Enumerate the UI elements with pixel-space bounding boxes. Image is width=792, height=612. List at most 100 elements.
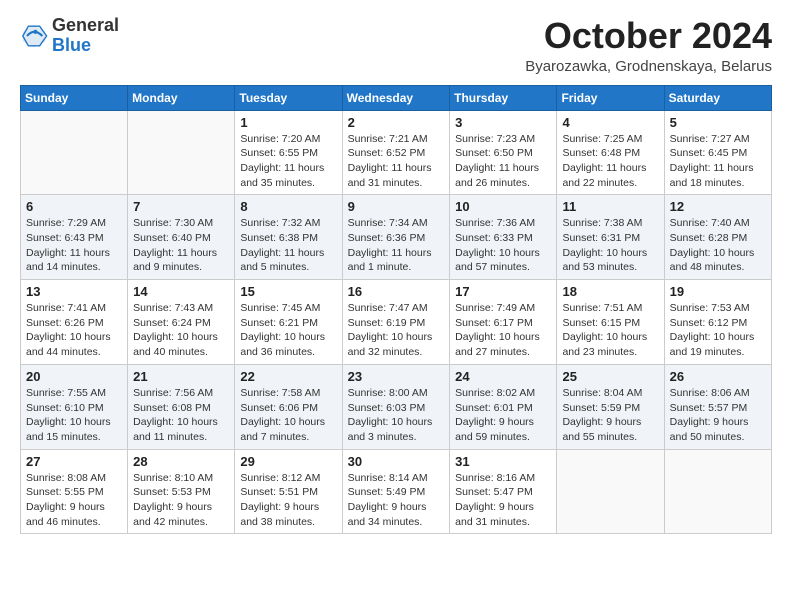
calendar-cell: 29 Sunrise: 8:12 AM Sunset: 5:51 PM Dayli… (235, 449, 342, 534)
day-info: Sunrise: 7:32 AM Sunset: 6:38 PM Dayligh… (240, 216, 336, 275)
day-number: 14 (133, 284, 229, 299)
logo-text: General Blue (52, 16, 119, 56)
day-number: 13 (26, 284, 122, 299)
day-number: 29 (240, 454, 336, 469)
day-info: Sunrise: 8:06 AM Sunset: 5:57 PM Dayligh… (670, 386, 766, 445)
calendar-cell: 3Sunrise: 7:23 AM Sunset: 6:50 PM Daylig… (450, 110, 557, 195)
calendar-cell: 6 Sunrise: 7:29 AM Sunset: 6:43 PM Daylig… (21, 195, 128, 280)
day-number: 31 (455, 454, 551, 469)
calendar-cell: 4 Sunrise: 7:25 AM Sunset: 6:48 PM Daylig… (557, 110, 664, 195)
day-info: Sunrise: 8:10 AM Sunset: 5:53 PM Dayligh… (133, 471, 229, 530)
day-info: Sunrise: 7:30 AM Sunset: 6:40 PM Dayligh… (133, 216, 229, 275)
day-number: 15 (240, 284, 336, 299)
month-title: October 2024 (525, 16, 772, 56)
col-friday: Friday (557, 85, 664, 110)
day-number: 27 (26, 454, 122, 469)
calendar-cell: 7 Sunrise: 7:30 AM Sunset: 6:40 PM Daylig… (128, 195, 235, 280)
day-number: 5 (670, 115, 766, 130)
day-info: Sunrise: 7:38 AM Sunset: 6:31 PM Dayligh… (562, 216, 658, 275)
calendar-cell: 28 Sunrise: 8:10 AM Sunset: 5:53 PM Dayli… (128, 449, 235, 534)
day-info: Sunrise: 8:14 AM Sunset: 5:49 PM Dayligh… (348, 471, 445, 530)
day-number: 23 (348, 369, 445, 384)
calendar-cell: 8Sunrise: 7:32 AM Sunset: 6:38 PM Daylig… (235, 195, 342, 280)
calendar-cell: 13 Sunrise: 7:41 AM Sunset: 6:26 PM Dayli… (21, 280, 128, 365)
day-info: Sunrise: 8:08 AM Sunset: 5:55 PM Dayligh… (26, 471, 122, 530)
day-info: Sunrise: 7:58 AM Sunset: 6:06 PM Dayligh… (240, 386, 336, 445)
day-info: Sunrise: 7:49 AM Sunset: 6:17 PM Dayligh… (455, 301, 551, 360)
calendar-cell (557, 449, 664, 534)
day-info: Sunrise: 7:25 AM Sunset: 6:48 PM Dayligh… (562, 132, 658, 191)
day-number: 2 (348, 115, 445, 130)
day-info: Sunrise: 7:53 AM Sunset: 6:12 PM Dayligh… (670, 301, 766, 360)
day-info: Sunrise: 7:29 AM Sunset: 6:43 PM Dayligh… (26, 216, 122, 275)
day-number: 3 (455, 115, 551, 130)
calendar-cell: 30 Sunrise: 8:14 AM Sunset: 5:49 PM Dayli… (342, 449, 450, 534)
day-number: 4 (562, 115, 658, 130)
logo-icon (20, 22, 48, 50)
calendar-week-3: 13 Sunrise: 7:41 AM Sunset: 6:26 PM Dayli… (21, 280, 772, 365)
day-number: 11 (562, 199, 658, 214)
col-thursday: Thursday (450, 85, 557, 110)
day-number: 22 (240, 369, 336, 384)
calendar-header-row: Sunday Monday Tuesday Wednesday Thursday… (21, 85, 772, 110)
col-tuesday: Tuesday (235, 85, 342, 110)
day-info: Sunrise: 7:36 AM Sunset: 6:33 PM Dayligh… (455, 216, 551, 275)
calendar-cell: 16 Sunrise: 7:47 AM Sunset: 6:19 PM Dayli… (342, 280, 450, 365)
header: General Blue October 2024 Byarozawka, Gr… (20, 16, 772, 75)
col-wednesday: Wednesday (342, 85, 450, 110)
calendar-cell: 26 Sunrise: 8:06 AM Sunset: 5:57 PM Dayli… (664, 364, 771, 449)
calendar-cell: 9Sunrise: 7:34 AM Sunset: 6:36 PM Daylig… (342, 195, 450, 280)
day-number: 18 (562, 284, 658, 299)
day-number: 26 (670, 369, 766, 384)
calendar-week-5: 27 Sunrise: 8:08 AM Sunset: 5:55 PM Dayli… (21, 449, 772, 534)
calendar-cell: 5Sunrise: 7:27 AM Sunset: 6:45 PM Daylig… (664, 110, 771, 195)
day-number: 21 (133, 369, 229, 384)
day-number: 12 (670, 199, 766, 214)
day-info: Sunrise: 7:47 AM Sunset: 6:19 PM Dayligh… (348, 301, 445, 360)
day-number: 24 (455, 369, 551, 384)
day-number: 28 (133, 454, 229, 469)
calendar-cell: 20 Sunrise: 7:55 AM Sunset: 6:10 PM Dayli… (21, 364, 128, 449)
day-info: Sunrise: 7:20 AM Sunset: 6:55 PM Dayligh… (240, 132, 336, 191)
day-number: 16 (348, 284, 445, 299)
day-info: Sunrise: 7:56 AM Sunset: 6:08 PM Dayligh… (133, 386, 229, 445)
day-info: Sunrise: 7:55 AM Sunset: 6:10 PM Dayligh… (26, 386, 122, 445)
day-info: Sunrise: 8:04 AM Sunset: 5:59 PM Dayligh… (562, 386, 658, 445)
day-number: 19 (670, 284, 766, 299)
day-number: 20 (26, 369, 122, 384)
title-block: October 2024 Byarozawka, Grodnenskaya, B… (525, 16, 772, 75)
calendar-cell: 14 Sunrise: 7:43 AM Sunset: 6:24 PM Dayli… (128, 280, 235, 365)
day-info: Sunrise: 8:00 AM Sunset: 6:03 PM Dayligh… (348, 386, 445, 445)
calendar-cell: 22 Sunrise: 7:58 AM Sunset: 6:06 PM Dayli… (235, 364, 342, 449)
day-number: 9 (348, 199, 445, 214)
calendar-cell: 1 Sunrise: 7:20 AM Sunset: 6:55 PM Daylig… (235, 110, 342, 195)
day-info: Sunrise: 7:43 AM Sunset: 6:24 PM Dayligh… (133, 301, 229, 360)
col-monday: Monday (128, 85, 235, 110)
day-info: Sunrise: 7:40 AM Sunset: 6:28 PM Dayligh… (670, 216, 766, 275)
calendar-cell: 25Sunrise: 8:04 AM Sunset: 5:59 PM Dayli… (557, 364, 664, 449)
calendar-cell: 19 Sunrise: 7:53 AM Sunset: 6:12 PM Dayli… (664, 280, 771, 365)
day-info: Sunrise: 7:41 AM Sunset: 6:26 PM Dayligh… (26, 301, 122, 360)
calendar-cell (664, 449, 771, 534)
day-number: 17 (455, 284, 551, 299)
page: General Blue October 2024 Byarozawka, Gr… (0, 0, 792, 612)
col-sunday: Sunday (21, 85, 128, 110)
day-number: 7 (133, 199, 229, 214)
calendar-cell: 11 Sunrise: 7:38 AM Sunset: 6:31 PM Dayli… (557, 195, 664, 280)
calendar-cell: 31Sunrise: 8:16 AM Sunset: 5:47 PM Dayli… (450, 449, 557, 534)
day-number: 30 (348, 454, 445, 469)
day-info: Sunrise: 8:02 AM Sunset: 6:01 PM Dayligh… (455, 386, 551, 445)
calendar-cell: 10 Sunrise: 7:36 AM Sunset: 6:33 PM Dayli… (450, 195, 557, 280)
day-info: Sunrise: 7:45 AM Sunset: 6:21 PM Dayligh… (240, 301, 336, 360)
calendar-cell: 27 Sunrise: 8:08 AM Sunset: 5:55 PM Dayli… (21, 449, 128, 534)
calendar-table: Sunday Monday Tuesday Wednesday Thursday… (20, 85, 772, 535)
day-info: Sunrise: 8:12 AM Sunset: 5:51 PM Dayligh… (240, 471, 336, 530)
day-info: Sunrise: 7:21 AM Sunset: 6:52 PM Dayligh… (348, 132, 445, 191)
calendar-cell: 17 Sunrise: 7:49 AM Sunset: 6:17 PM Dayli… (450, 280, 557, 365)
day-info: Sunrise: 7:51 AM Sunset: 6:15 PM Dayligh… (562, 301, 658, 360)
day-number: 6 (26, 199, 122, 214)
calendar-week-2: 6 Sunrise: 7:29 AM Sunset: 6:43 PM Daylig… (21, 195, 772, 280)
calendar-cell: 24 Sunrise: 8:02 AM Sunset: 6:01 PM Dayli… (450, 364, 557, 449)
day-number: 1 (240, 115, 336, 130)
day-number: 10 (455, 199, 551, 214)
